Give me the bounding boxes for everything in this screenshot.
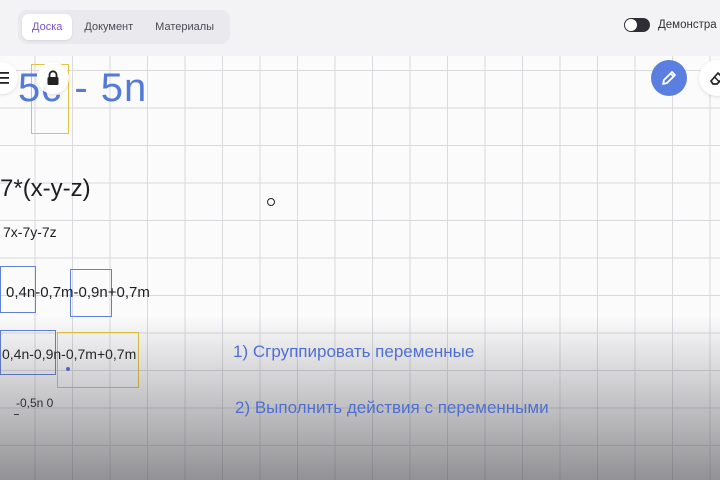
board-row-2: 0,4n-0,9n-0,7m+0,7m	[2, 346, 137, 362]
whiteboard-canvas[interactable]: 5c - 5n 7*(x-y-z) 7x-7y-7z 0,4n-0,7m-0,9…	[0, 56, 720, 480]
board-expansion: 7x-7y-7z	[3, 224, 57, 240]
menu-icon	[0, 72, 9, 84]
tab-document[interactable]: Документ	[74, 14, 143, 40]
pointer-dot	[66, 367, 70, 371]
cursor-marker	[267, 198, 275, 206]
demonstration-control: Демонстра	[624, 18, 717, 32]
demonstration-toggle[interactable]	[624, 18, 650, 32]
board-row-1: 0,4n-0,7m-0,9n+0,7m	[6, 284, 150, 301]
view-tabs: Доска Документ Материалы	[18, 10, 230, 44]
menu-button[interactable]	[0, 62, 18, 94]
step-1-text: 1) Сгруппировать переменные	[233, 342, 475, 361]
lock-button[interactable]	[37, 62, 69, 94]
step-2-text: 2) Выполнить действия с переменными	[235, 398, 549, 417]
pen-icon	[662, 71, 676, 85]
lock-icon	[47, 70, 59, 85]
eraser-tool-button[interactable]	[699, 60, 720, 96]
toggle-knob	[625, 19, 637, 31]
eraser-icon	[710, 72, 720, 85]
pen-tool-button[interactable]	[651, 60, 687, 96]
demonstration-label: Демонстра	[658, 19, 717, 31]
tab-board[interactable]: Доска	[22, 14, 73, 40]
tab-materials[interactable]: Материалы	[145, 14, 224, 40]
top-toolbar: Доска Документ Материалы Демонстра	[0, 0, 720, 56]
board-equation: 7*(x-y-z)	[0, 175, 91, 202]
board-row-3: -0,5n 0	[16, 396, 54, 410]
ink-mark	[14, 414, 19, 415]
